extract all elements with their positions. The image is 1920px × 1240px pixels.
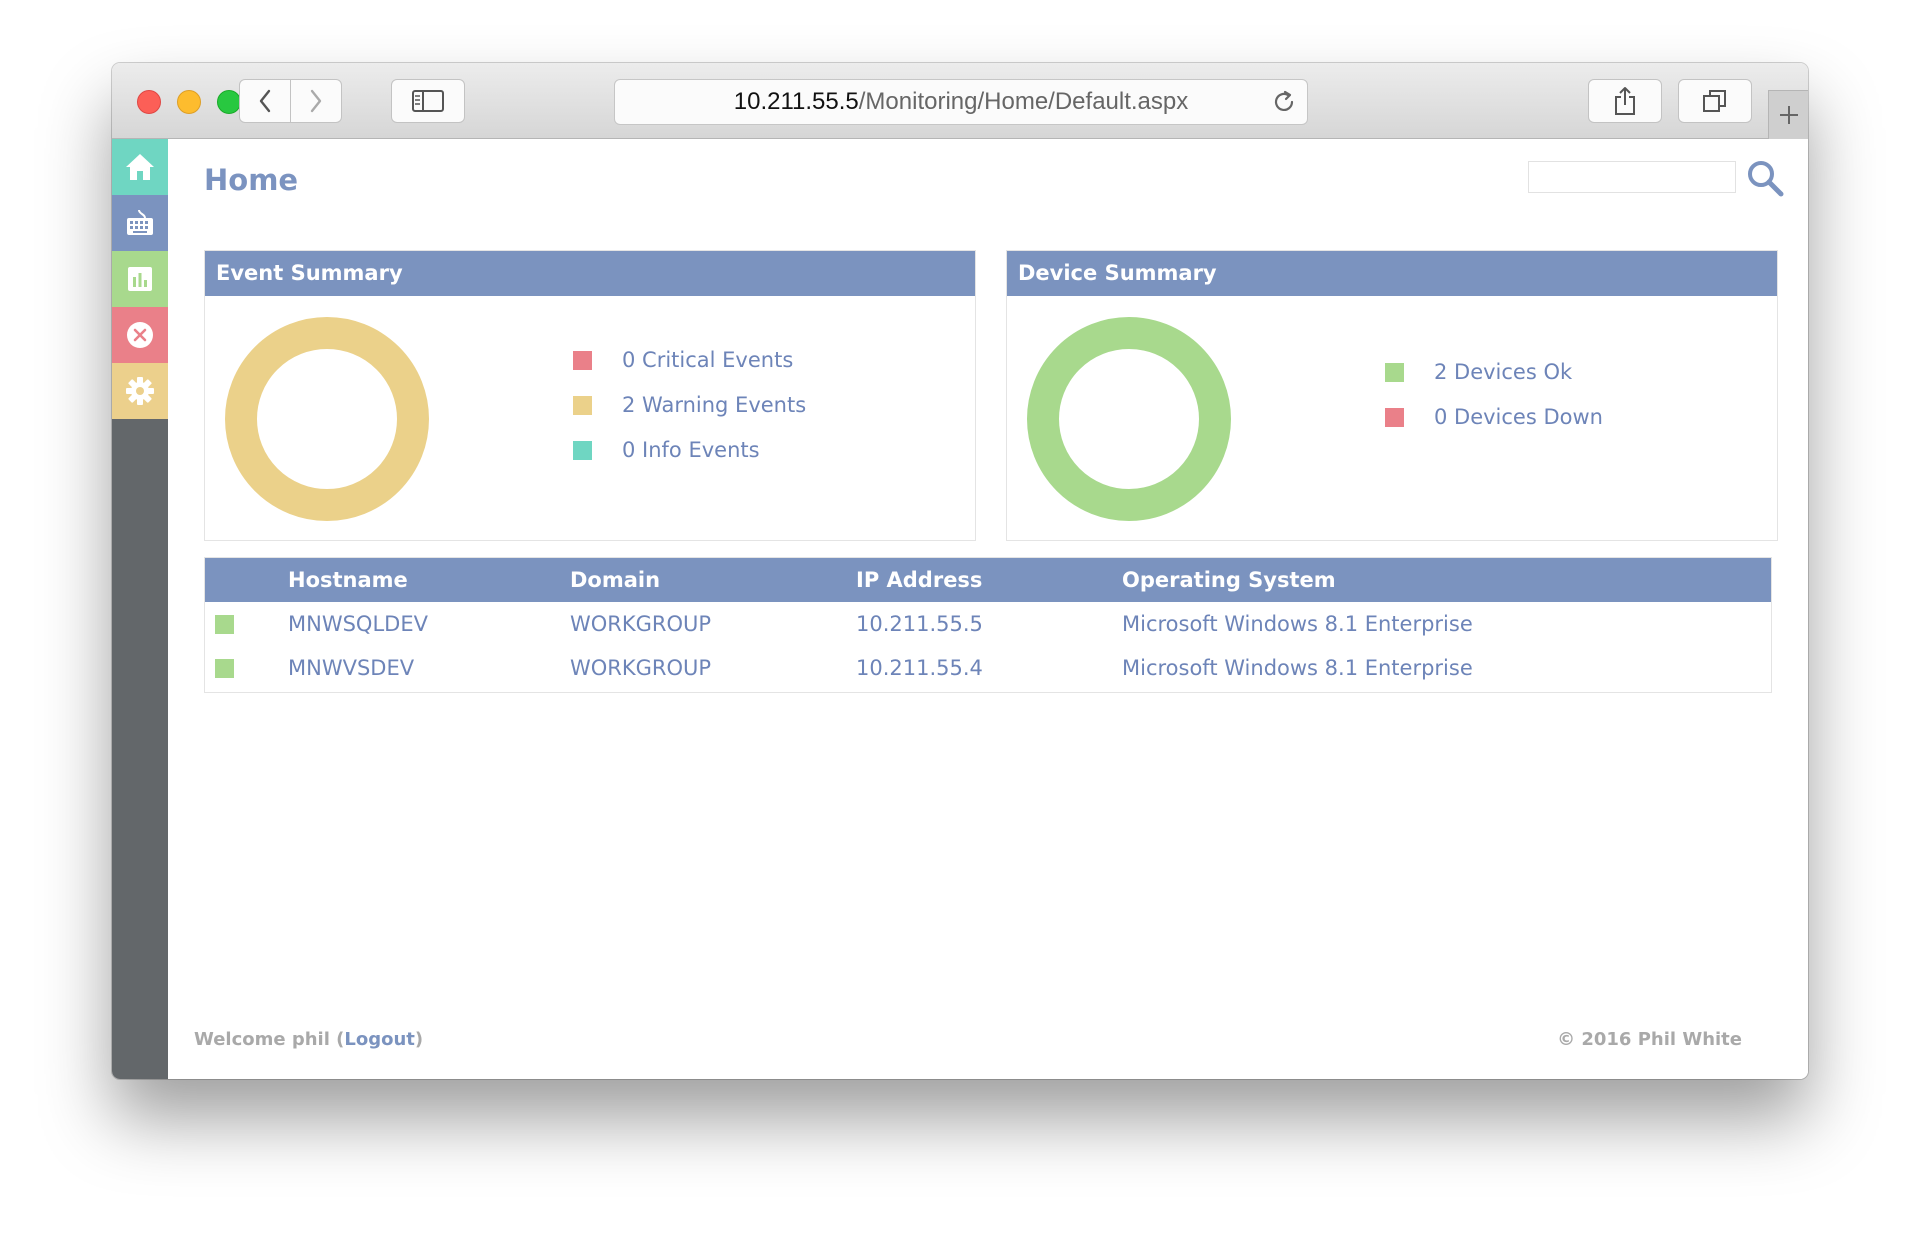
sidebar-item-settings[interactable]	[112, 363, 168, 419]
search-input[interactable]	[1528, 161, 1736, 193]
close-window-button[interactable]	[137, 90, 161, 114]
column-header-domain[interactable]: Domain	[570, 558, 660, 602]
tabs-overview-button[interactable]	[1678, 79, 1752, 123]
sidebar-toggle-button[interactable]	[391, 79, 465, 123]
legend-swatch-warning	[573, 395, 592, 415]
legend-label-info: 0 Info Events	[622, 438, 760, 462]
welcome-text: Welcome phil (Logout)	[194, 1029, 423, 1050]
hostname-link[interactable]: MNWVSDEV	[288, 646, 414, 690]
legend-swatch-info	[573, 440, 592, 460]
legend-label-critical: 0 Critical Events	[622, 348, 794, 372]
sidebar-item-devices[interactable]	[112, 195, 168, 251]
reload-icon[interactable]	[1271, 89, 1297, 115]
search-icon	[1748, 161, 1784, 197]
status-ok-indicator	[215, 615, 234, 634]
legend-warning-events[interactable]: 2 Warning Events	[573, 390, 806, 420]
device-summary-title: Device Summary	[1007, 251, 1777, 296]
table-row[interactable]: MNWSQLDEV WORKGROUP 10.211.55.5 Microsof…	[205, 602, 1771, 646]
legend-swatch-down	[1385, 407, 1404, 427]
keyboard-icon	[127, 209, 153, 235]
operating-system-cell: Microsoft Windows 8.1 Enterprise	[1122, 656, 1473, 680]
app-sidebar	[112, 139, 168, 1079]
search-button[interactable]	[1746, 159, 1786, 199]
legend-label-ok: 2 Devices Ok	[1434, 360, 1573, 384]
copyright-text: © 2016 Phil White	[1557, 1029, 1742, 1050]
welcome-label: Welcome phil (	[194, 1029, 345, 1050]
legend-devices-down[interactable]: 0 Devices Down	[1385, 402, 1603, 432]
device-summary-panel: Device Summary 2 Devices Ok 0 Devices Do…	[1006, 250, 1778, 541]
address-host: 10.211.55.5	[733, 88, 859, 115]
hostname-link[interactable]: MNWSQLDEV	[288, 602, 428, 646]
home-icon	[126, 154, 154, 180]
share-icon	[1615, 87, 1635, 115]
devices-table: Hostname Domain IP Address Operating Sys…	[204, 557, 1772, 693]
logout-link[interactable]: Logout	[344, 1029, 415, 1050]
tabs-icon	[1703, 90, 1726, 112]
ip-address-cell: 10.211.55.5	[856, 612, 983, 636]
legend-label-down: 0 Devices Down	[1434, 405, 1603, 429]
browser-toolbar: 10.211.55.5/Monitoring/Home/Default.aspx	[112, 63, 1808, 139]
domain-cell: WORKGROUP	[570, 656, 712, 680]
sidebar-icon	[412, 90, 444, 112]
operating-system-cell: Microsoft Windows 8.1 Enterprise	[1122, 612, 1473, 636]
share-button[interactable]	[1588, 79, 1662, 123]
zoom-window-button[interactable]	[217, 90, 241, 114]
legend-swatch-ok	[1385, 362, 1404, 382]
welcome-label-end: )	[414, 1029, 424, 1050]
event-summary-title: Event Summary	[205, 251, 975, 296]
chevron-left-icon	[259, 89, 271, 113]
legend-critical-events[interactable]: 0 Critical Events	[573, 345, 793, 375]
page-title: Home	[204, 163, 299, 197]
sidebar-item-errors[interactable]	[112, 307, 168, 363]
legend-info-events[interactable]: 0 Info Events	[573, 435, 760, 465]
event-summary-donut	[225, 317, 429, 521]
chevron-right-icon	[310, 89, 322, 113]
column-header-ip-address[interactable]: IP Address	[856, 558, 982, 602]
table-row[interactable]: MNWVSDEV WORKGROUP 10.211.55.4 Microsoft…	[205, 646, 1771, 690]
status-ok-indicator	[215, 659, 234, 678]
domain-cell: WORKGROUP	[570, 612, 712, 636]
minimize-window-button[interactable]	[177, 90, 201, 114]
legend-swatch-critical	[573, 350, 592, 370]
plus-icon	[1779, 106, 1798, 124]
bar-chart-icon	[128, 267, 152, 291]
table-header: Hostname Domain IP Address Operating Sys…	[205, 558, 1771, 602]
ip-address-cell: 10.211.55.4	[856, 656, 983, 680]
legend-label-warning: 2 Warning Events	[622, 393, 807, 417]
column-header-hostname[interactable]: Hostname	[288, 558, 408, 602]
gear-icon	[126, 377, 154, 405]
close-circle-icon	[127, 322, 153, 348]
forward-button[interactable]	[290, 79, 342, 123]
address-path: /Monitoring/Home/Default.aspx	[858, 88, 1189, 115]
back-button[interactable]	[239, 79, 291, 123]
column-header-operating-system[interactable]: Operating System	[1122, 558, 1336, 602]
legend-devices-ok[interactable]: 2 Devices Ok	[1385, 357, 1572, 387]
address-bar[interactable]: 10.211.55.5/Monitoring/Home/Default.aspx	[614, 79, 1308, 125]
browser-window: 10.211.55.5/Monitoring/Home/Default.aspx	[112, 63, 1808, 1079]
device-summary-donut	[1027, 317, 1231, 521]
new-tab-button[interactable]	[1768, 90, 1808, 139]
sidebar-item-home[interactable]	[112, 139, 168, 195]
sidebar-item-reports[interactable]	[112, 251, 168, 307]
event-summary-panel: Event Summary 0 Critical Events 2 Warnin…	[204, 250, 976, 541]
